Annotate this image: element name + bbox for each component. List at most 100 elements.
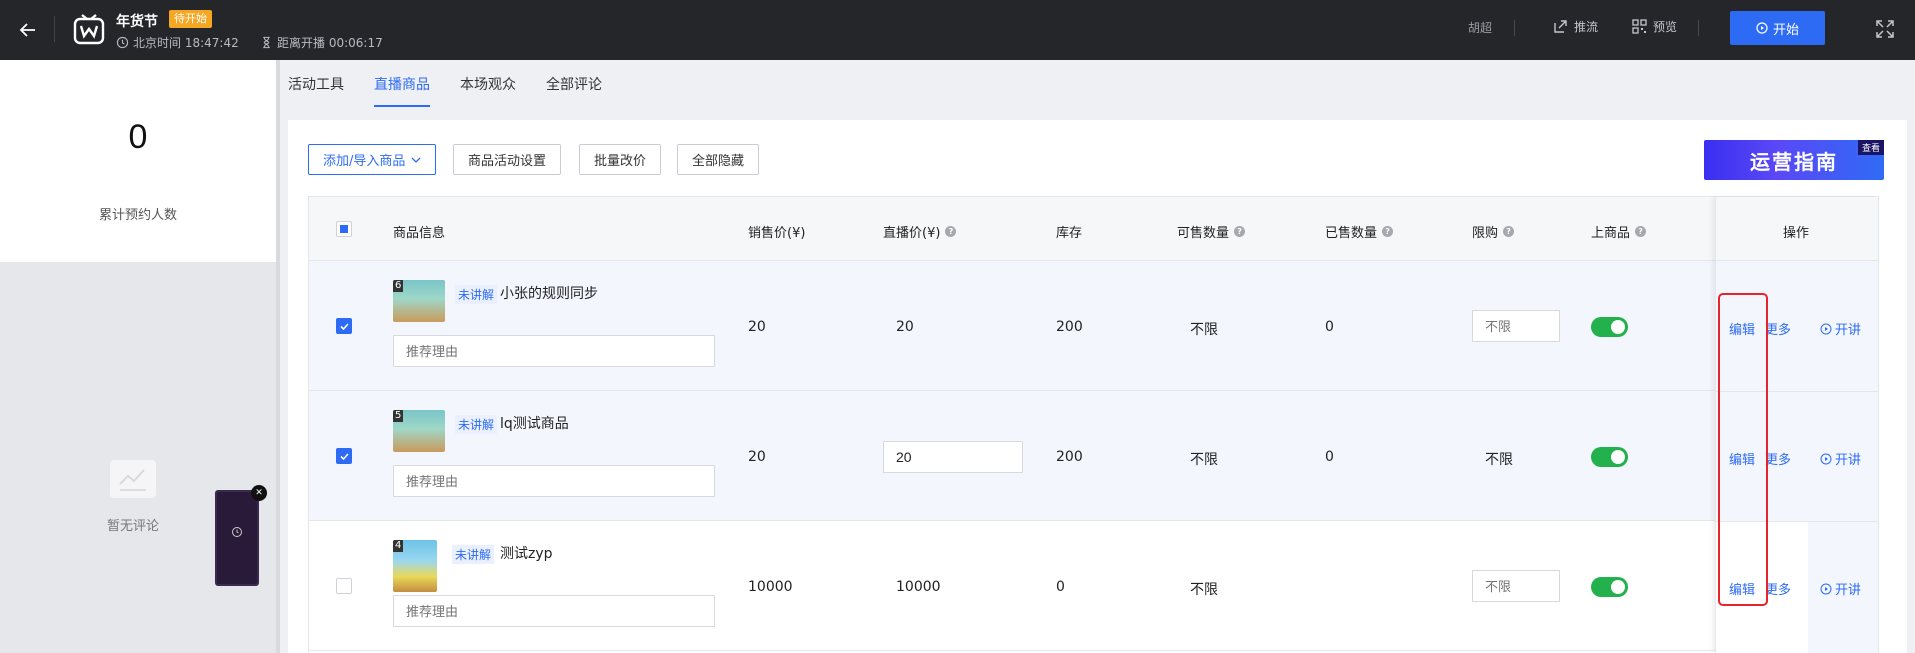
- tab-activity-tools[interactable]: 活动工具: [288, 60, 344, 110]
- check-icon: [339, 322, 349, 330]
- stock: 0: [1056, 579, 1065, 595]
- col-label: 商品信息: [393, 226, 446, 241]
- select-all-checkbox[interactable]: [336, 221, 352, 237]
- col-available: 可售数量?: [1177, 222, 1246, 241]
- recommend-reason-input[interactable]: [393, 595, 715, 627]
- table-row: 6 未讲解 小张的规则同步 20 20 200 不限 0: [309, 261, 1878, 391]
- available-qty: 不限: [1190, 322, 1218, 338]
- product-index: 4: [393, 540, 404, 552]
- product-thumbnail: 6: [393, 280, 445, 322]
- row-checkbox[interactable]: [336, 318, 352, 334]
- explain-link[interactable]: 开讲: [1820, 449, 1861, 468]
- activity-settings-button[interactable]: 商品活动设置: [453, 144, 562, 175]
- listed-toggle[interactable]: [1591, 577, 1628, 597]
- recommend-reason-input[interactable]: [393, 465, 715, 497]
- tab-live-products[interactable]: 直播商品: [374, 60, 430, 110]
- hide-all-button[interactable]: 全部隐藏: [677, 144, 760, 175]
- live-price[interactable]: 10000: [896, 579, 941, 595]
- product-thumbnail: 4: [393, 540, 437, 592]
- live-preview-thumbnail[interactable]: [215, 490, 259, 586]
- product-name: 小张的规则同步: [500, 286, 598, 302]
- edit-link[interactable]: 编辑: [1729, 319, 1755, 338]
- row-checkbox[interactable]: [336, 448, 352, 464]
- help-icon[interactable]: ?: [945, 226, 957, 237]
- explain-label: 开讲: [1835, 583, 1862, 598]
- live-price[interactable]: 20: [896, 319, 914, 335]
- more-link[interactable]: 更多: [1765, 449, 1791, 468]
- col-label: 直播价(¥): [883, 226, 941, 241]
- live-price-input[interactable]: [883, 441, 1023, 473]
- user-name: 胡超: [1468, 21, 1493, 35]
- stock: 200: [1056, 449, 1083, 465]
- row-checkbox[interactable]: [336, 578, 352, 594]
- help-icon[interactable]: ?: [1382, 226, 1394, 237]
- col-label: 上商品: [1591, 226, 1631, 241]
- table-row: 5 未讲解 lq测试商品 20 200 不限 0 不限: [309, 391, 1878, 521]
- divider: [1514, 20, 1515, 36]
- operations-column: 编辑 更多 开讲 编辑 更多 开讲 编辑 更多 开讲: [1715, 197, 1878, 653]
- event-title: 年货节: [116, 14, 158, 30]
- sold-qty: 0: [1325, 449, 1334, 465]
- product-name: lq测试商品: [500, 416, 569, 432]
- qrcode-icon: [1632, 19, 1647, 34]
- col-product-info: 商品信息: [393, 222, 445, 241]
- explain-label: 开讲: [1835, 453, 1862, 468]
- guide-title: 运营指南: [1750, 149, 1838, 174]
- countdown-text: 距离开播 00:06:17: [277, 36, 383, 50]
- limit-input[interactable]: [1472, 570, 1560, 602]
- explain-link[interactable]: 开讲: [1820, 579, 1861, 598]
- tab-bar: 活动工具 直播商品 本场观众 全部评论: [288, 60, 602, 110]
- more-link[interactable]: 更多: [1765, 579, 1791, 598]
- explain-status: 未讲解: [455, 285, 498, 304]
- explain-label: 开讲: [1835, 323, 1862, 338]
- help-icon[interactable]: ?: [1234, 226, 1246, 237]
- help-icon[interactable]: ?: [1503, 226, 1515, 237]
- listed-toggle[interactable]: [1591, 447, 1628, 467]
- back-button[interactable]: [14, 16, 42, 44]
- edit-link[interactable]: 编辑: [1729, 579, 1755, 598]
- help-icon[interactable]: ?: [1635, 226, 1647, 237]
- check-icon: [339, 452, 349, 460]
- app-logo-icon: [73, 14, 105, 45]
- close-preview-icon[interactable]: ✕: [251, 485, 267, 501]
- share-out-icon: [1554, 20, 1567, 33]
- product-table: 商品信息 销售价(¥) 直播价(¥)? 库存 可售数量? 已售数量? 限购? 上…: [308, 196, 1879, 653]
- col-label: 库存: [1056, 226, 1083, 241]
- start-live-button[interactable]: 开始: [1730, 11, 1825, 45]
- operation-guide-banner[interactable]: 运营指南 查看: [1704, 140, 1884, 180]
- play-circle-icon: [1756, 22, 1768, 34]
- empty-comment-icon: [110, 460, 156, 498]
- clock-icon: [232, 527, 242, 537]
- reservation-label: 累计预约人数: [98, 208, 177, 223]
- product-index: 5: [393, 410, 404, 422]
- fullscreen-icon[interactable]: [1874, 18, 1896, 40]
- limit-value: 不限: [1485, 452, 1513, 468]
- recommend-reason-input[interactable]: [393, 335, 715, 367]
- product-name: 测试zyp: [500, 546, 553, 562]
- col-sold: 已售数量?: [1325, 222, 1394, 241]
- edit-link[interactable]: 编辑: [1729, 449, 1755, 468]
- product-index: 6: [393, 280, 404, 292]
- col-sale-price: 销售价(¥): [748, 222, 805, 241]
- explain-link[interactable]: 开讲: [1820, 319, 1861, 338]
- play-circle-icon: [1820, 583, 1832, 594]
- tab-audience[interactable]: 本场观众: [460, 60, 516, 110]
- table-header: 商品信息 销售价(¥) 直播价(¥)? 库存 可售数量? 已售数量? 限购? 上…: [309, 197, 1878, 261]
- preview-button[interactable]: 预览: [1632, 18, 1677, 35]
- add-import-button[interactable]: 添加/导入商品: [308, 144, 437, 175]
- tab-all-comments[interactable]: 全部评论: [546, 60, 602, 110]
- listed-toggle[interactable]: [1591, 317, 1628, 337]
- push-stream-button[interactable]: 推流: [1553, 18, 1598, 35]
- left-scrollbar[interactable]: [276, 60, 280, 653]
- push-stream-label: 推流: [1574, 20, 1599, 34]
- available-qty: 不限: [1190, 582, 1218, 598]
- divider: [54, 16, 55, 42]
- col-live-price: 直播价(¥)?: [883, 222, 957, 241]
- more-link[interactable]: 更多: [1765, 319, 1791, 338]
- beijing-time-text: 北京时间 18:47:42: [133, 36, 239, 50]
- batch-price-button[interactable]: 批量改价: [579, 144, 662, 175]
- reservation-panel: [0, 60, 276, 262]
- limit-input[interactable]: [1472, 310, 1560, 342]
- beijing-time: 北京时间 18:47:42: [116, 34, 239, 51]
- add-import-label: 添加/导入商品: [323, 154, 406, 169]
